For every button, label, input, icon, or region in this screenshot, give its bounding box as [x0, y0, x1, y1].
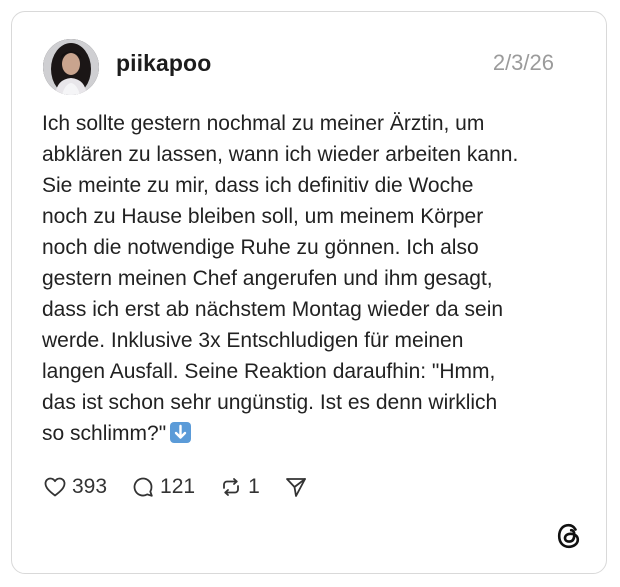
post-line: dass ich erst ab nächstem Montag wieder … — [42, 298, 504, 321]
speech-bubble-icon — [133, 477, 153, 497]
post-line: das ist schon sehr ungünstig. Ist es den… — [42, 391, 498, 414]
post-line: so schlimm?" — [42, 422, 167, 445]
post-line: noch zu Hause bleiben soll, um meinem Kö… — [42, 205, 484, 228]
repost-icon — [223, 478, 239, 496]
post-line: gestern meinen Chef angerufen und ihm ge… — [42, 267, 493, 290]
down-arrow-emoji-icon — [170, 422, 192, 443]
reply-button[interactable]: 121 — [131, 473, 195, 501]
repost-count: 1 — [248, 475, 260, 498]
heart-icon — [44, 477, 66, 497]
username[interactable]: piikapoo — [116, 50, 211, 77]
post-actions: 393 121 1 — [43, 473, 337, 501]
post-line: Sie meinte zu mir, dass ich definitiv di… — [42, 174, 474, 197]
post-line: langen Ausfall. Seine Reaktion daraufhin… — [42, 360, 496, 383]
post-body: Ich sollte gestern nochmal zu meiner Ärz… — [42, 108, 562, 449]
avatar-image — [43, 39, 99, 95]
like-button[interactable]: 393 — [43, 473, 107, 501]
like-count: 393 — [72, 475, 108, 498]
post-card: piikapoo 2/3/26 Ich sollte gestern nochm… — [11, 11, 607, 574]
post-line: abklären zu lassen, wann ich wieder arbe… — [42, 143, 519, 166]
post-date: 2/3/26 — [492, 50, 554, 75]
post-line: noch die notwendige Ruhe zu gönnen. Ich … — [42, 236, 479, 259]
post-line-last: so schlimm?" — [42, 418, 562, 449]
repost-button[interactable]: 1 — [219, 473, 260, 501]
reply-count: 121 — [160, 475, 196, 498]
send-icon — [285, 478, 306, 497]
avatar[interactable] — [43, 39, 99, 95]
post-line: Ich sollte gestern nochmal zu meiner Ärz… — [42, 112, 485, 135]
share-button[interactable] — [284, 475, 313, 499]
post-line: werde. Inklusive 3x Entschludigen für me… — [42, 329, 464, 352]
threads-logo-icon[interactable] — [554, 521, 584, 551]
